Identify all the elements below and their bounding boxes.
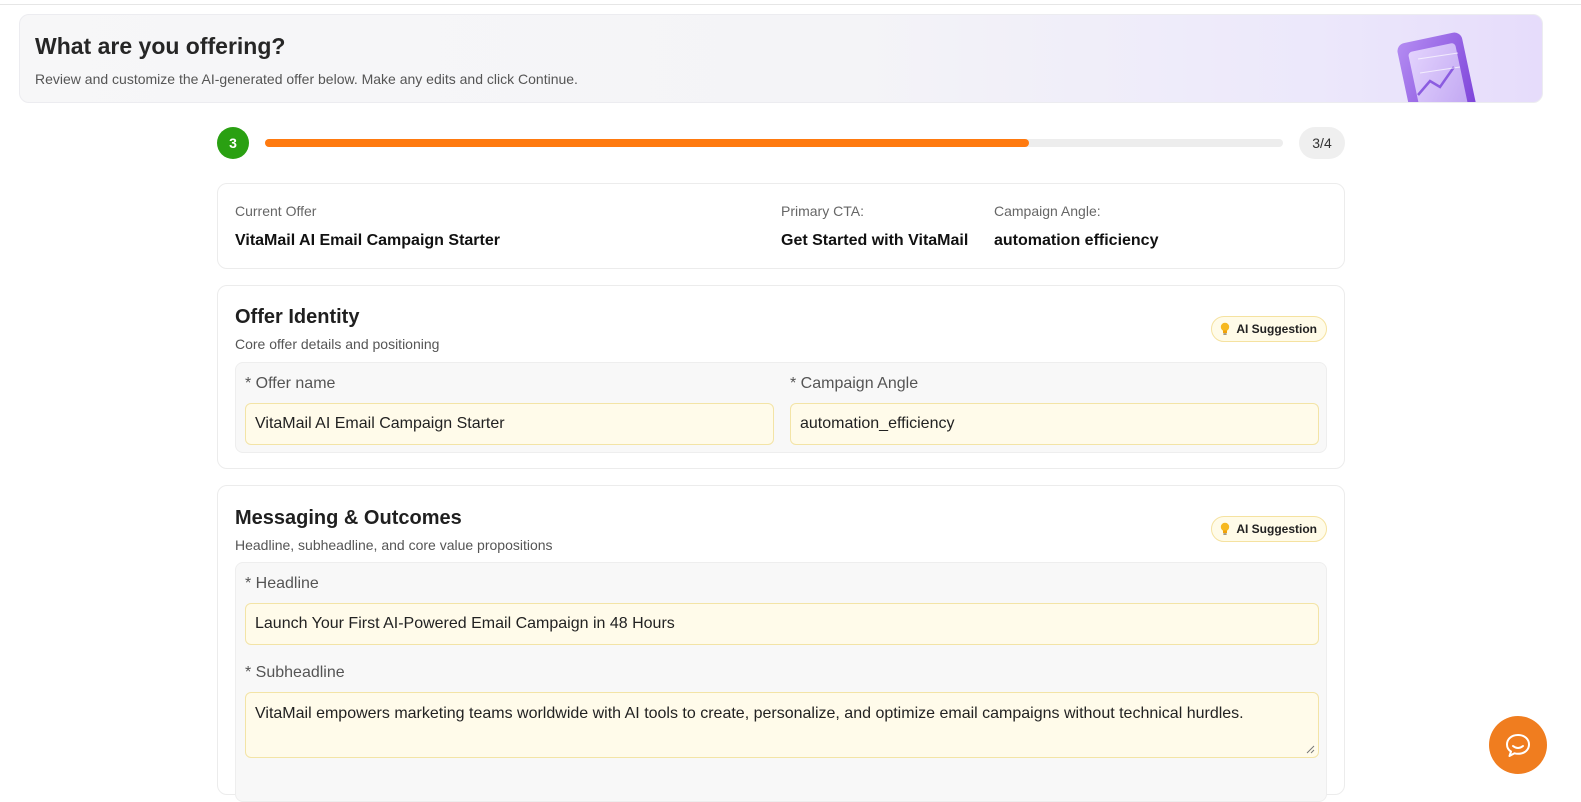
page-subtitle: Review and customize the AI-generated of… [35,71,578,87]
campaign-angle-label: Campaign Angle: [994,203,1101,219]
subheadline-label: * Subheadline [245,664,345,681]
offer-identity-fields: * Offer name VitaMail AI Email Campaign … [235,362,1327,453]
page-header-banner: What are you offering? Review and custom… [19,14,1543,103]
step-progress: 3 3/4 [217,127,1345,159]
messaging-outcomes-section: Messaging & Outcomes Headline, subheadli… [217,485,1345,802]
current-step-indicator: 3 [217,127,249,159]
primary-cta-label: Primary CTA: [781,203,864,219]
campaign-angle-field-label: * Campaign Angle [790,375,919,392]
resize-handle-icon[interactable] [1305,744,1315,754]
lightbulb-icon [1221,522,1230,535]
offer-name-input[interactable]: VitaMail AI Email Campaign Starter [245,403,774,445]
section-subtitle: Headline, subheadline, and core value pr… [235,537,553,553]
chat-support-icon [1506,734,1530,757]
lightbulb-icon [1221,322,1230,335]
subheadline-text: VitaMail empowers marketing teams worldw… [255,705,1244,722]
analytics-illustration-icon [1397,32,1477,102]
page-title: What are you offering? [35,33,286,59]
summary-campaign-angle: Campaign Angle: automation efficiency [994,203,1158,250]
campaign-angle-input[interactable]: automation_efficiency [790,403,1319,445]
current-offer-label: Current Offer [235,203,317,219]
summary-current-offer: Current Offer VitaMail AI Email Campaign… [235,203,500,250]
headline-label: * Headline [245,575,319,592]
offer-identity-section: Offer Identity Core offer details and po… [217,285,1345,469]
section-title: Messaging & Outcomes [235,507,462,529]
ai-suggestion-label: AI Suggestion [1236,322,1317,336]
progress-fill [265,139,1029,147]
progress-track [265,139,1283,147]
top-divider [0,4,1581,5]
primary-cta-value: Get Started with VitaMail [781,232,969,249]
messaging-fields: * Headline Launch Your First AI-Powered … [235,562,1327,802]
subheadline-textarea[interactable]: VitaMail empowers marketing teams worldw… [245,692,1319,758]
offer-name-label: * Offer name [245,375,336,392]
offer-summary-card: Current Offer VitaMail AI Email Campaign… [217,183,1345,269]
chat-support-button[interactable] [1489,716,1547,774]
ai-suggestion-button[interactable]: AI Suggestion [1211,316,1327,342]
ai-suggestion-label: AI Suggestion [1236,522,1317,536]
ai-suggestion-button[interactable]: AI Suggestion [1211,516,1327,542]
section-title: Offer Identity [235,306,360,328]
step-count-badge: 3/4 [1299,127,1345,159]
summary-primary-cta: Primary CTA: Get Started with VitaMail [781,203,968,250]
current-offer-value: VitaMail AI Email Campaign Starter [235,232,500,249]
headline-input[interactable]: Launch Your First AI-Powered Email Campa… [245,603,1319,645]
section-subtitle: Core offer details and positioning [235,336,440,352]
campaign-angle-value: automation efficiency [994,232,1159,249]
